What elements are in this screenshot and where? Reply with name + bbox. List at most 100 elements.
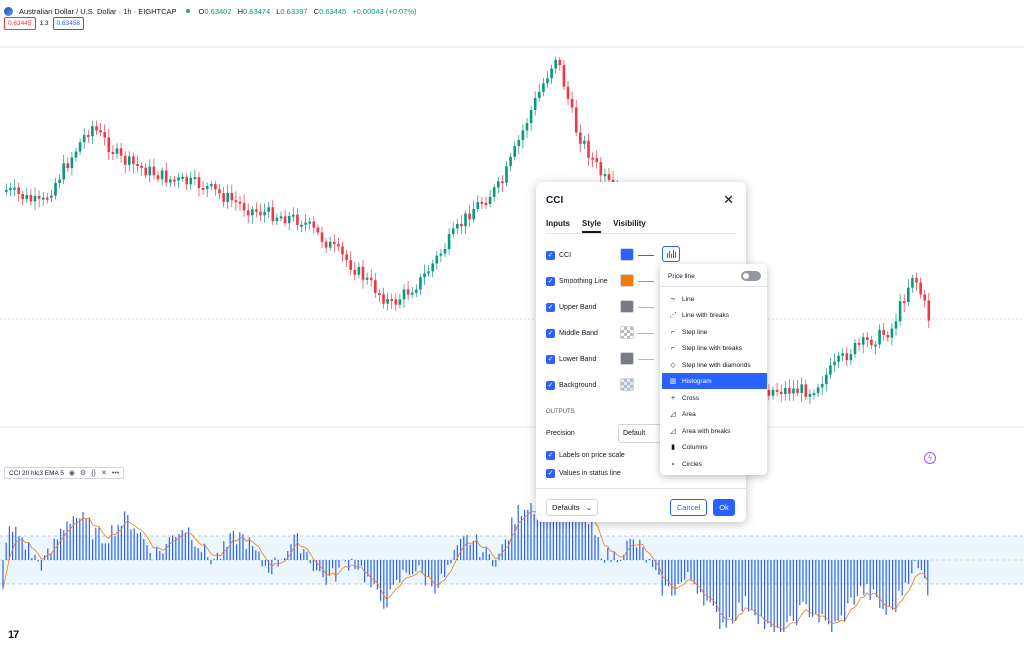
candle-body [156,175,160,180]
values-in-status-checkbox[interactable]: ✓ [546,468,555,478]
candle-body [480,201,484,204]
tab-style[interactable]: Style [582,219,602,233]
menu-item-circles[interactable]: ∘ Circles [662,456,767,472]
candle-body [492,187,496,197]
buy-button[interactable]: 0.63458 [52,17,85,30]
symbol-title[interactable]: Australian Dollar / U.S. Dollar · 1h · E… [19,7,177,16]
alert-flash-icon[interactable]: ϟ [924,452,936,464]
candle-body [898,301,902,322]
smoothing-color-swatch[interactable] [620,274,634,287]
middle-band-line-style[interactable] [638,333,654,334]
price-line-toggle[interactable] [741,271,761,281]
candle-body [365,277,369,280]
eye-icon[interactable]: ◉ [69,469,75,477]
candle-body [267,207,270,212]
upper-band-checkbox[interactable]: ✓ [546,302,555,312]
price-chart[interactable] [0,0,1024,650]
lower-band-checkbox[interactable]: ✓ [546,354,555,364]
middle-band-color-swatch[interactable] [620,326,634,339]
candle-body [173,179,176,182]
menu-item-line-with-breaks[interactable]: ⋰ Line with breaks [662,307,767,323]
candle-body [337,244,340,247]
menu-item-line[interactable]: ∼ Line [662,291,767,307]
lower-band-line-style[interactable] [638,359,654,360]
candle-body [423,273,426,278]
menu-item-columns[interactable]: ▮ Columns [662,439,767,455]
candle-body [853,342,857,355]
precision-select[interactable]: Default [618,424,662,443]
sell-button[interactable]: 0.63445 [4,17,36,30]
candle-body [599,162,603,176]
cancel-button[interactable]: Cancel [670,499,707,516]
candle-body [570,98,574,108]
candle-body [882,329,885,335]
candle-body [197,177,201,188]
candle-body [546,78,549,84]
candle-body [230,192,234,201]
tab-inputs[interactable]: Inputs [546,219,570,233]
candle-body [415,289,418,293]
cci-line-style[interactable] [638,255,654,256]
menu-item-step-line[interactable]: ⌐ Step line [662,324,767,340]
plot-type-histogram-button[interactable] [662,246,680,262]
upper-band-color-swatch[interactable] [620,300,634,313]
candle-body [164,170,168,183]
candle-body [177,177,180,181]
candle-body [595,158,598,163]
menu-item-histogram[interactable]: ▥ Histogram [662,373,767,389]
candle-body [923,294,926,301]
ohlc-values: O0.63402 H0.63474 L0.63397 C0.63445 +0.0… [199,7,421,16]
settings-icon[interactable]: ⚙ [80,469,86,477]
style-row-label: CCI [559,251,572,259]
style-row-label: Smoothing Line [559,277,608,285]
source-code-icon[interactable]: {} [91,470,96,477]
menu-item-area-with-breaks[interactable]: ◿ Area with breaks [662,423,767,439]
candle-body [259,211,262,216]
candle-body [833,361,836,366]
cci-indicator-legend[interactable]: CCI 20 hlc3 EMA 5 ◉ ⚙ {} ✕ ••• [4,467,125,479]
defaults-dropdown[interactable]: Defaults ⌄ [546,499,598,516]
menu-item-step-line-with-breaks[interactable]: ⌐ Step line with breaks [662,340,767,356]
candle-body [443,249,447,254]
style-row-smoothing: ✓ Smoothing Line [546,275,608,287]
smoothing-checkbox[interactable]: ✓ [546,276,555,286]
menu-item-cross[interactable]: + Cross [662,390,767,406]
candle-body [119,148,123,156]
columns-icon: ▮ [671,444,675,451]
background-checkbox[interactable]: ✓ [546,380,555,390]
lower-band-color-swatch[interactable] [620,352,634,365]
menu-item-label: Columns [682,443,708,451]
labels-on-scale-checkbox[interactable]: ✓ [546,450,555,460]
candle-body [95,126,98,131]
close-icon[interactable]: ✕ [101,469,107,477]
cci-color-swatch[interactable] [620,248,634,261]
candle-body [21,194,24,200]
candle-body [779,391,783,395]
candle-body [529,110,533,124]
ok-button[interactable]: Ok [713,499,735,516]
upper-band-line-style[interactable] [638,307,654,308]
style-row-lower-band: ✓ Lower Band [546,353,596,365]
menu-item-step-line-with-diamonds[interactable]: ◇ Step line with diamonds [662,357,767,373]
dialog-title: CCI [546,195,564,206]
close-icon[interactable]: ✕ [723,192,734,208]
candle-body [369,277,373,281]
candle-body [464,213,467,227]
candle-body [226,192,229,202]
menu-item-label: Cross [682,394,699,402]
menu-item-area[interactable]: ◿ Area [662,406,767,422]
candle-body [128,156,131,165]
middle-band-checkbox[interactable]: ✓ [546,328,555,338]
cci-checkbox[interactable]: ✓ [546,250,555,260]
candle-body [378,293,381,296]
candle-body [517,140,521,147]
smoothing-line-style[interactable] [638,281,654,282]
candle-body [911,277,914,288]
tradingview-logo-icon[interactable]: 17 [8,629,19,641]
candle-body [189,177,193,185]
more-icon[interactable]: ••• [112,470,119,477]
background-color-swatch[interactable] [620,378,634,391]
candle-body [287,216,291,224]
tab-visibility[interactable]: Visibility [613,219,646,233]
spread-value: 1.3 [39,20,49,27]
